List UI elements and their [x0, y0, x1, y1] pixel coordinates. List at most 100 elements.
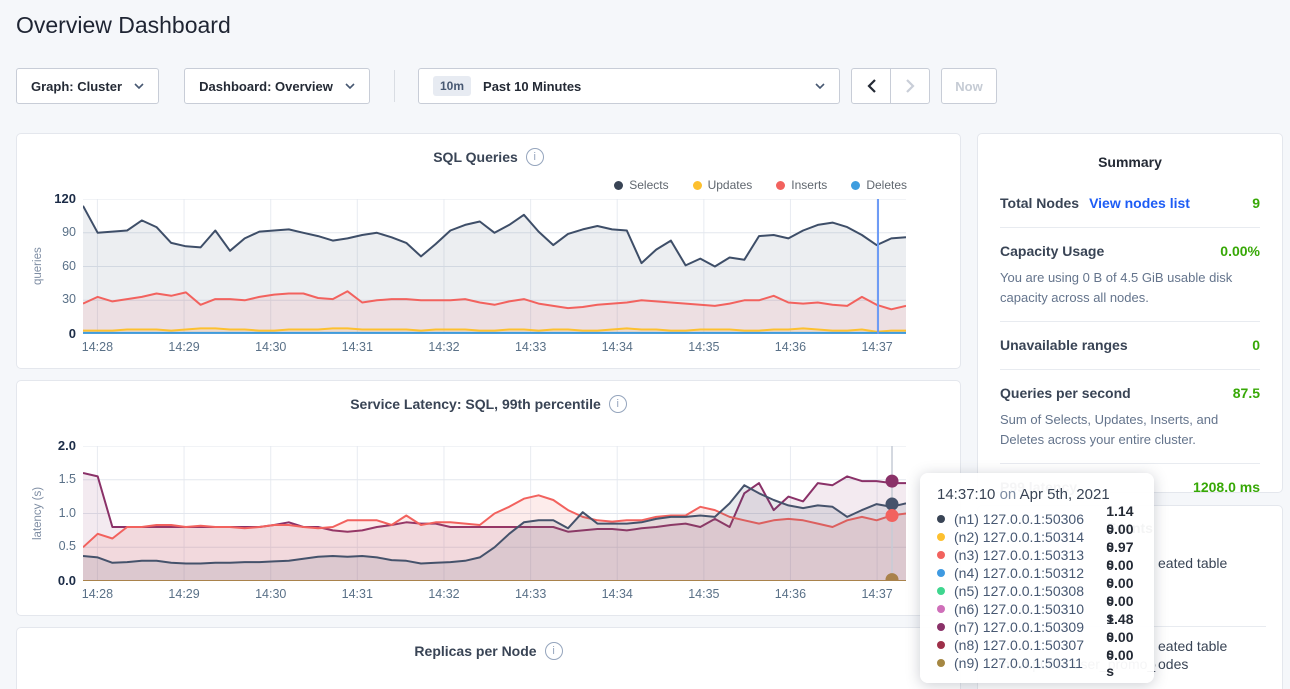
- x-tick-label: 14:32: [428, 587, 459, 601]
- service-latency-chart-panel: Service Latency: SQL, 99th percentile i …: [16, 380, 961, 616]
- tooltip-row: (n9) 127.0.0.1:503110.00 s: [937, 654, 1144, 672]
- time-next-button[interactable]: [890, 68, 930, 104]
- legend-label: Updates: [708, 178, 753, 192]
- legend-label: Inserts: [791, 178, 827, 192]
- summary-row-subtext: You are using 0 B of 4.5 GiB usable disk…: [1000, 268, 1260, 307]
- x-axis-ticks: 14:2814:2914:3014:3114:3214:3314:3414:35…: [83, 340, 906, 356]
- replicas-chart-title: Replicas per Node: [414, 643, 536, 659]
- legend-item-inserts: Inserts: [776, 178, 827, 192]
- info-icon[interactable]: i: [609, 395, 627, 413]
- x-tick-label: 14:37: [861, 587, 892, 601]
- replicas-per-node-chart-panel: Replicas per Node i: [16, 627, 961, 689]
- x-tick-label: 14:32: [428, 340, 459, 354]
- summary-row-label: Queries per second: [1000, 385, 1131, 401]
- node-address: (n5) 127.0.0.1:50308: [954, 583, 1106, 599]
- node-address: (n8) 127.0.0.1:50307: [954, 637, 1106, 653]
- legend-color-dot: [614, 181, 623, 190]
- summary-row: Total NodesView nodes list9: [1000, 180, 1260, 227]
- node-color-dot: [937, 641, 945, 649]
- tooltip-timestamp: 14:37:10 on Apr 5th, 2021: [937, 486, 1144, 503]
- sql-queries-chart-title: SQL Queries: [433, 149, 518, 165]
- view-nodes-list-link[interactable]: View nodes list: [1089, 195, 1190, 211]
- x-tick-label: 14:29: [168, 587, 199, 601]
- summary-row-subtext: Sum of Selects, Updates, Inserts, and De…: [1000, 410, 1260, 449]
- summary-row-value: 1208.0 ms: [1193, 479, 1260, 495]
- sql-queries-chart-panel: SQL Queries i Selects Updates Inserts Delet…: [16, 133, 961, 369]
- legend-color-dot: [851, 181, 860, 190]
- x-tick-label: 14:35: [688, 587, 719, 601]
- summary-row-value: 0.00%: [1220, 243, 1260, 259]
- info-icon[interactable]: i: [545, 642, 563, 660]
- x-tick-label: 14:28: [82, 587, 113, 601]
- service-latency-plot-area[interactable]: [83, 446, 906, 581]
- node-address: (n6) 127.0.0.1:50310: [954, 601, 1106, 617]
- y-tick-label: 90: [21, 225, 76, 239]
- time-prev-button[interactable]: [851, 68, 891, 104]
- node-address: (n7) 127.0.0.1:50309: [954, 619, 1106, 635]
- y-tick-label: 120: [21, 191, 76, 206]
- x-tick-label: 14:34: [602, 587, 633, 601]
- x-tick-label: 14:33: [515, 587, 546, 601]
- legend-label: Deletes: [866, 178, 907, 192]
- summary-row-value: 0: [1252, 337, 1260, 353]
- x-tick-label: 14:34: [602, 340, 633, 354]
- x-tick-label: 14:36: [775, 340, 806, 354]
- graph-dropdown[interactable]: Graph: Cluster: [16, 68, 159, 104]
- graph-dropdown-label: Graph: Cluster: [31, 79, 122, 94]
- info-icon[interactable]: i: [526, 148, 544, 166]
- tooltip-node-list: (n1) 127.0.0.1:503061.14 s(n2) 127.0.0.1…: [937, 510, 1144, 672]
- event-text-fragment: eated table: [1158, 638, 1227, 654]
- x-tick-label: 14:30: [255, 587, 286, 601]
- time-range-label: Past 10 Minutes: [483, 79, 581, 94]
- x-tick-label: 14:29: [168, 340, 199, 354]
- summary-row-label: Total Nodes: [1000, 195, 1079, 211]
- summary-rows: Total NodesView nodes list9Capacity Usag…: [1000, 180, 1260, 511]
- legend-color-dot: [693, 181, 702, 190]
- now-button[interactable]: Now: [941, 68, 997, 104]
- chevron-down-icon: [345, 83, 355, 89]
- overview-dashboard-page: Overview Dashboard Graph: Cluster Dashbo…: [0, 0, 1290, 689]
- chevron-down-icon: [815, 83, 825, 89]
- sql-queries-plot-area[interactable]: [83, 199, 906, 334]
- y-tick-label: 2.0: [21, 438, 76, 453]
- node-color-dot: [937, 605, 945, 613]
- x-tick-label: 14:35: [688, 340, 719, 354]
- x-tick-label: 14:36: [775, 587, 806, 601]
- y-tick-label: 60: [21, 259, 76, 273]
- x-tick-label: 14:28: [82, 340, 113, 354]
- legend-item-updates: Updates: [693, 178, 753, 192]
- node-latency-value: 0.00 s: [1106, 647, 1144, 679]
- x-tick-label: 14:31: [342, 587, 373, 601]
- event-text-fragment: eated table: [1158, 555, 1227, 571]
- summary-row: Queries per second87.5Sum of Selects, Up…: [1000, 369, 1260, 463]
- x-axis-ticks: 14:28 14:29 14:30 14:31 14:32 14:33 14:34 14:35…: [83, 587, 906, 603]
- summary-panel: Summary Total NodesView nodes list9Capac…: [977, 133, 1283, 493]
- chevron-left-icon: [867, 79, 876, 93]
- time-range-selector[interactable]: 10m Past 10 Minutes: [418, 68, 840, 104]
- x-tick-label: 14:37: [861, 340, 892, 354]
- time-range-badge: 10m: [433, 76, 471, 96]
- service-latency-chart-title: Service Latency: SQL, 99th percentile: [350, 396, 601, 412]
- y-tick-label: 0.0: [21, 573, 76, 588]
- chart-hover-tooltip: 14:37:10 on Apr 5th, 2021 (n1) 127.0.0.1…: [920, 473, 1154, 683]
- y-tick-label: 0: [21, 326, 76, 341]
- event-text-fragment: odes: [1158, 656, 1188, 672]
- y-tick-label: 1.5: [21, 472, 76, 486]
- node-address: (n3) 127.0.0.1:50313: [954, 547, 1106, 563]
- node-color-dot: [937, 623, 945, 631]
- chart-title-row: Replicas per Node i: [17, 642, 960, 660]
- legend-label: Selects: [629, 178, 668, 192]
- node-color-dot: [937, 533, 945, 541]
- y-tick-label: 1.0: [21, 506, 76, 520]
- chart-title-row: Service Latency: SQL, 99th percentile i: [17, 395, 960, 413]
- legend-item-deletes: Deletes: [851, 178, 907, 192]
- chevron-right-icon: [906, 79, 915, 93]
- tooltip-connector: on: [1000, 486, 1017, 503]
- y-tick-label: 0.5: [21, 539, 76, 553]
- legend-item-selects: Selects: [614, 178, 668, 192]
- dashboard-dropdown[interactable]: Dashboard: Overview: [184, 68, 370, 104]
- node-address: (n9) 127.0.0.1:50311: [954, 655, 1106, 671]
- chart-legend: Selects Updates Inserts Deletes: [614, 178, 907, 192]
- summary-row-label: Unavailable ranges: [1000, 337, 1128, 353]
- x-tick-label: 14:30: [255, 340, 286, 354]
